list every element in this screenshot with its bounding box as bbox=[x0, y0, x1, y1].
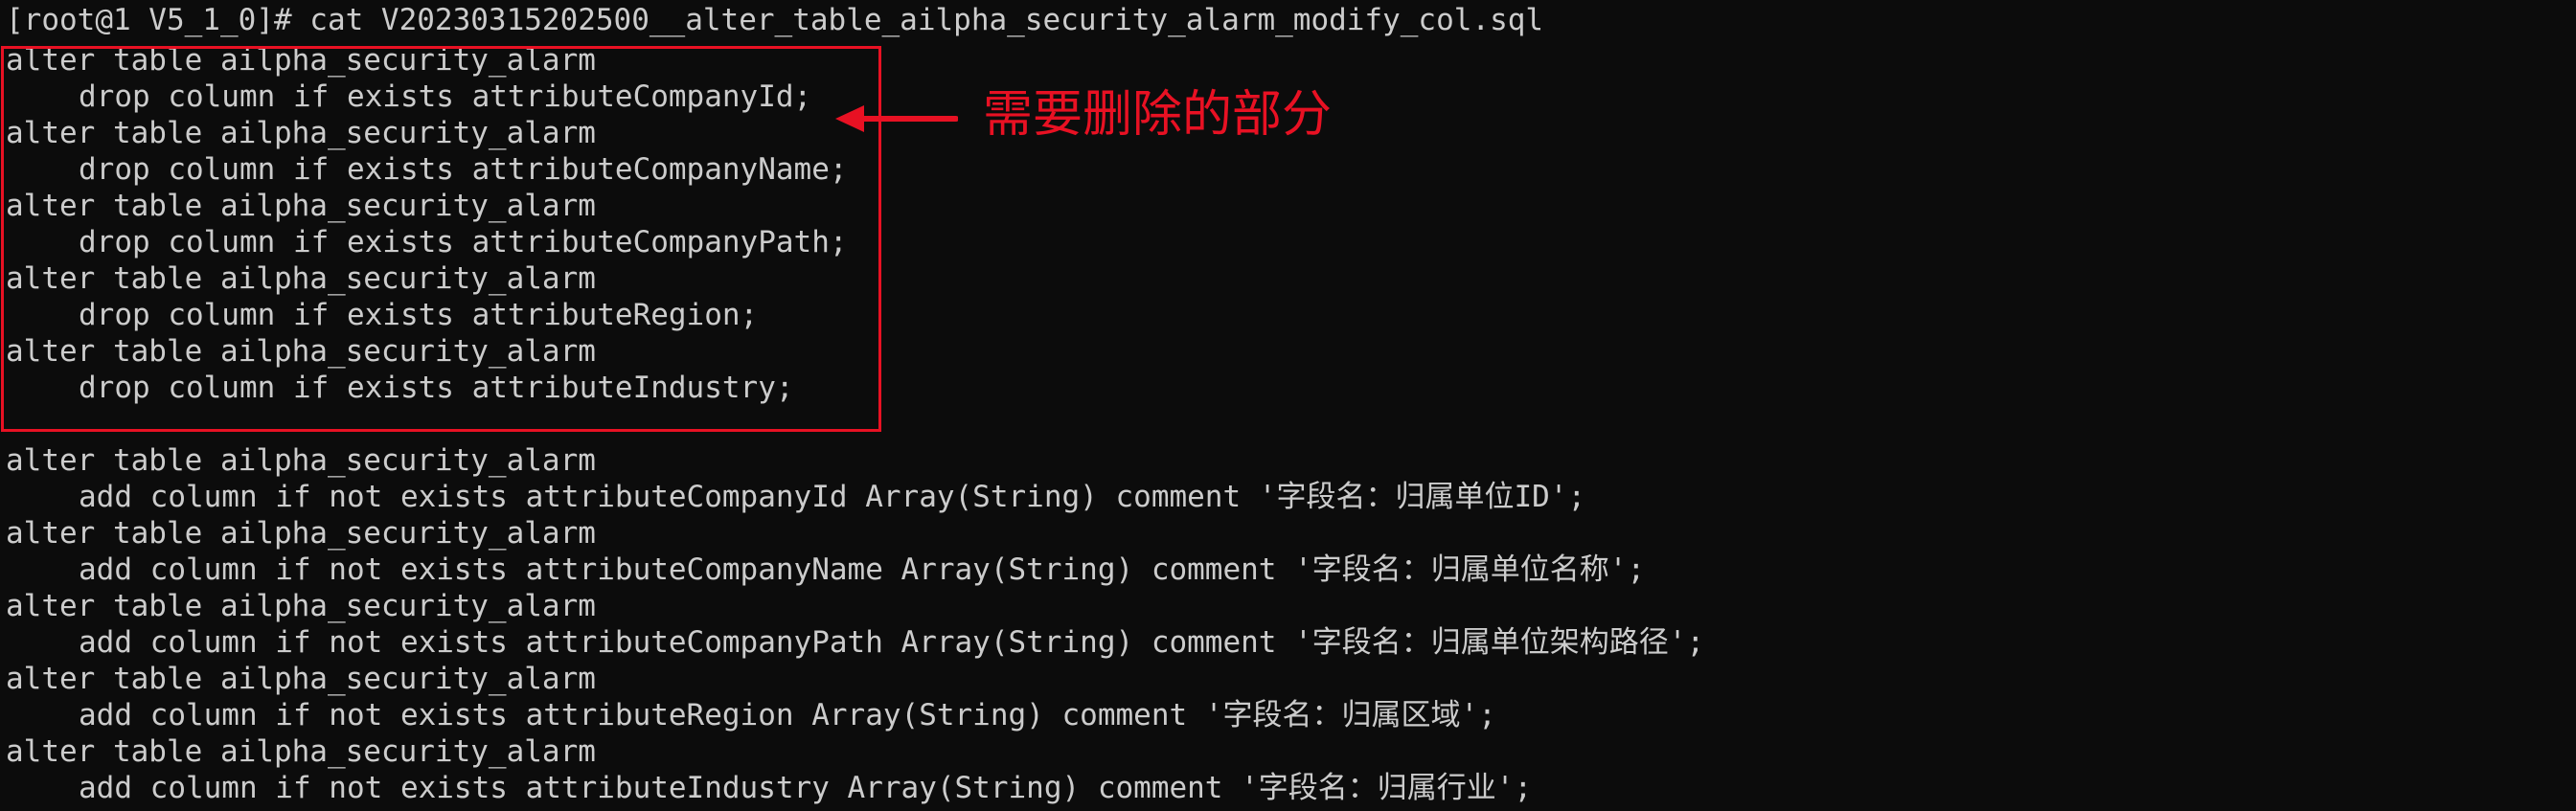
sql-add-line: add column if not exists attributeCompan… bbox=[79, 552, 1646, 587]
prompt-command-line: [root@1 V5_1_0]# cat V20230315202500__al… bbox=[6, 3, 1544, 37]
annotation-label: 需要删除的部分 bbox=[983, 86, 1333, 144]
sql-add-line: add column if not exists attributeIndust… bbox=[79, 771, 1533, 805]
arrow-left-icon bbox=[835, 105, 958, 132]
sql-add-line: add column if not exists attributeCompan… bbox=[79, 625, 1705, 660]
terminal-window[interactable]: ----------------------------------------… bbox=[0, 0, 2576, 811]
sql-alter-line: alter table ailpha_security_alarm bbox=[6, 516, 596, 551]
sql-alter-line: alter table ailpha_security_alarm bbox=[6, 443, 596, 478]
sql-add-line: add column if not exists attributeCompan… bbox=[79, 480, 1586, 514]
sql-add-line: add column if not exists attributeRegion… bbox=[79, 698, 1496, 732]
highlight-box bbox=[1, 46, 881, 432]
sql-alter-line: alter table ailpha_security_alarm bbox=[6, 662, 596, 696]
sql-alter-line: alter table ailpha_security_alarm bbox=[6, 589, 596, 623]
sql-alter-line: alter table ailpha_security_alarm bbox=[6, 734, 596, 769]
